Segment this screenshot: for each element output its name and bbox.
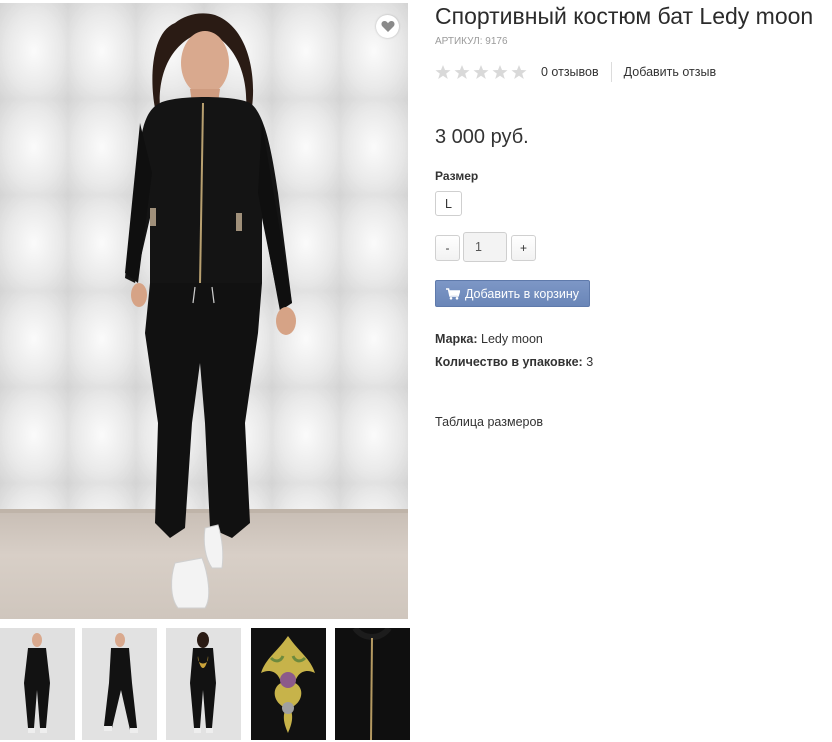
thumbnail-2[interactable] (82, 628, 157, 740)
size-label: Размер (435, 169, 479, 183)
star-icon[interactable] (511, 64, 527, 80)
pack-quantity-value: 3 (586, 355, 594, 369)
divider (610, 62, 612, 82)
thumbnail-4[interactable] (251, 628, 326, 740)
cart-icon (445, 287, 460, 300)
model-figure (125, 13, 296, 609)
star-icon[interactable] (435, 64, 451, 80)
star-icon[interactable] (473, 64, 489, 80)
thumbnail-5[interactable] (335, 628, 410, 740)
main-product-image[interactable] (0, 3, 408, 619)
thumbnail-image (166, 628, 241, 740)
star-icon[interactable] (492, 64, 508, 80)
product-sku: АРТИКУЛ: 9176 (435, 36, 508, 47)
size-option-l[interactable]: L (435, 191, 462, 216)
sku-value: 9176 (485, 36, 508, 47)
star-icon[interactable] (454, 64, 470, 80)
add-to-cart-label: Добавить в корзину (464, 286, 580, 301)
reviews-link[interactable]: 0 отзывов (541, 65, 611, 79)
product-price: 3 000 руб. (435, 126, 529, 148)
heart-icon (380, 21, 395, 32)
brand-attribute: Марка: Ledy moon (435, 332, 543, 346)
thumbnail-image (0, 628, 75, 740)
thumbnail-image (251, 628, 326, 740)
favorite-button[interactable] (376, 15, 399, 38)
brand-label: Марка: (435, 332, 478, 346)
thumbnail-image (82, 628, 157, 740)
brand-value: Ledy moon (481, 332, 543, 346)
thumbnail-1[interactable] (0, 628, 75, 740)
pack-quantity-attribute: Количество в упаковке: 3 (435, 355, 593, 369)
quantity-decrease-button[interactable]: - (435, 235, 460, 261)
product-title: Спортивный костюм бат Ledy moon (435, 3, 814, 29)
thumbnail-image (335, 628, 410, 740)
thumbnail-3[interactable] (166, 628, 241, 740)
add-review-link[interactable]: Добавить отзыв (624, 65, 716, 79)
rating-stars[interactable] (435, 64, 527, 80)
rating-row: 0 отзывов Добавить отзыв (435, 62, 716, 82)
add-to-cart-button[interactable]: Добавить в корзину (435, 280, 590, 307)
sku-label: АРТИКУЛ: (435, 36, 483, 47)
quantity-input[interactable] (463, 232, 507, 262)
quantity-increase-button[interactable]: + (511, 235, 536, 261)
pack-quantity-label: Количество в упаковке: (435, 355, 583, 369)
size-table-link[interactable]: Таблица размеров (435, 415, 543, 429)
thumbnail-strip (0, 628, 412, 740)
